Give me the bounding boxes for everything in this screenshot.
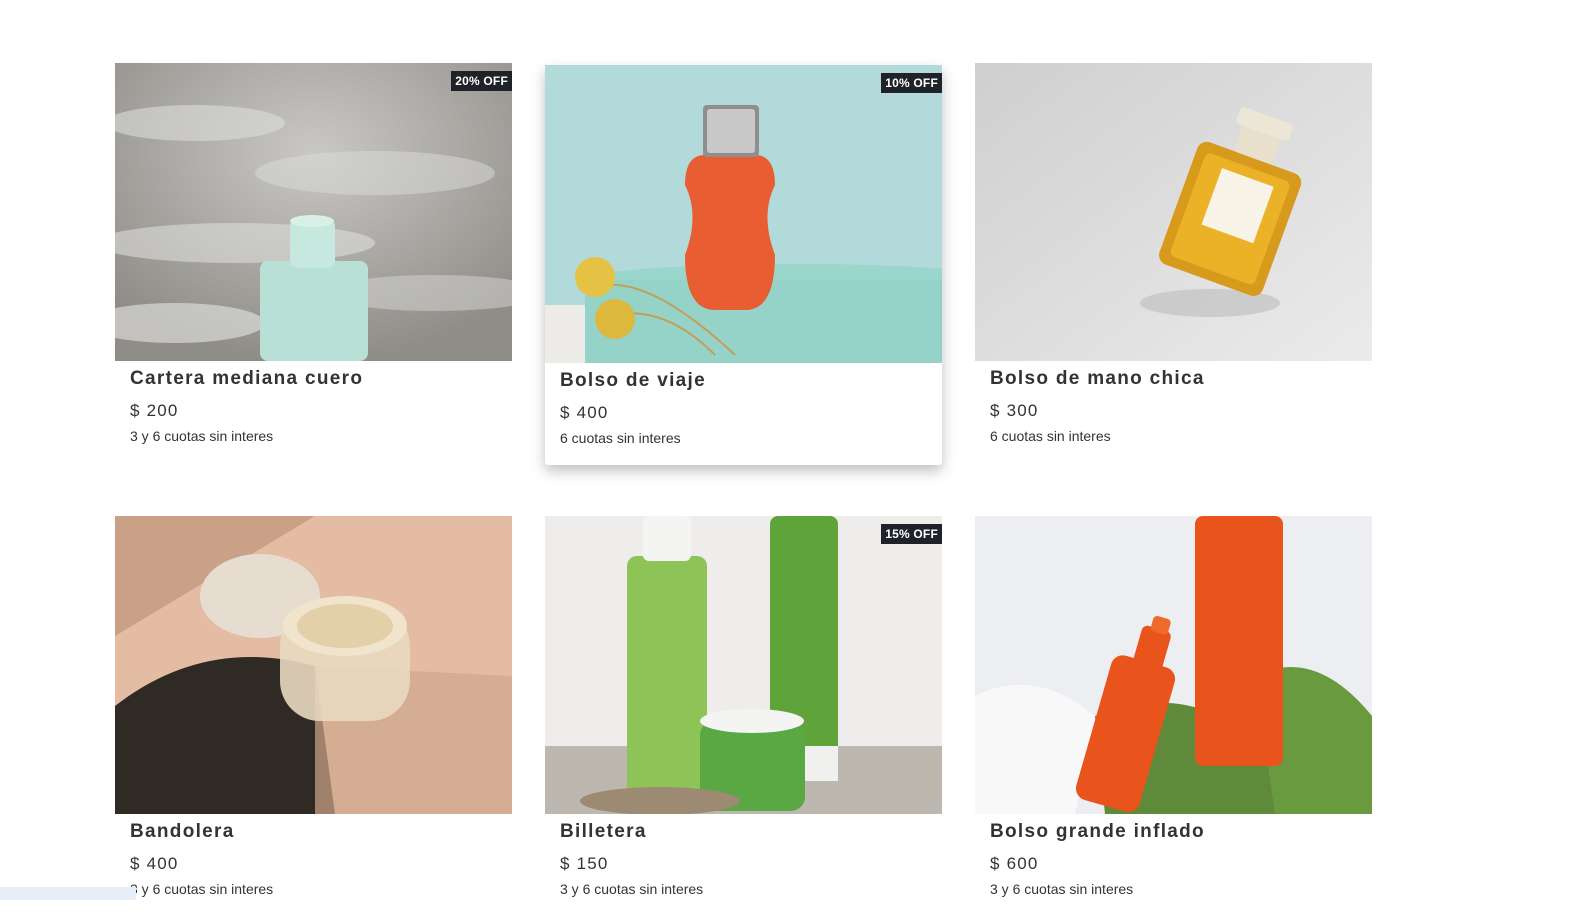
product-photo [975,63,1372,361]
installments-text: 3 y 6 cuotas sin interes [130,428,274,444]
installments-text: 6 cuotas sin interes [560,430,681,446]
product-image[interactable] [975,516,1372,814]
product-card[interactable]: Bandolera $ 400 3 y 6 cuotas sin interes [115,516,512,919]
discount-badge: 20% OFF [451,71,512,91]
discount-badge: 10% OFF [881,73,942,93]
product-photo [115,516,512,814]
product-title[interactable]: Bolso de viaje [560,369,927,393]
product-price: $ 300 [990,401,1039,420]
product-photo [115,63,512,361]
product-card[interactable]: 15% OFF Billetera $ 150 3 y 6 cuotas sin… [545,516,942,919]
product-grid: 20% OFF Cartera mediana cuero $ 200 3 y … [115,63,1375,919]
product-card[interactable]: 10% OFF Bolso de viaje $ 400 6 cuotas si… [545,65,942,465]
product-price: $ 150 [560,854,609,873]
product-title[interactable]: Bolso de mano chica [990,367,1357,391]
installments-text: 6 cuotas sin interes [990,428,1111,444]
product-title[interactable]: Bandolera [130,820,497,844]
product-image[interactable]: 10% OFF [545,65,942,363]
product-price: $ 400 [560,403,609,422]
product-image[interactable]: 15% OFF [545,516,942,814]
product-photo [975,516,1372,814]
product-image[interactable]: 20% OFF [115,63,512,361]
installments-text: 3 y 6 cuotas sin interes [130,881,274,897]
installments-text: 3 y 6 cuotas sin interes [560,881,704,897]
product-price: $ 200 [130,401,179,420]
product-title[interactable]: Billetera [560,820,927,844]
product-price: $ 600 [990,854,1039,873]
product-card[interactable]: Bolso de mano chica $ 300 6 cuotas sin i… [975,63,1372,466]
product-title[interactable]: Cartera mediana cuero [130,367,497,391]
product-image[interactable] [115,516,512,814]
product-card[interactable]: 20% OFF Cartera mediana cuero $ 200 3 y … [115,63,512,466]
discount-badge: 15% OFF [881,524,942,544]
product-photo [545,65,942,363]
installments-text: 3 y 6 cuotas sin interes [990,881,1134,897]
product-photo [545,516,942,814]
status-bar [0,887,136,900]
product-price: $ 400 [130,854,179,873]
product-title[interactable]: Bolso grande inflado [990,820,1357,844]
product-card[interactable]: Bolso grande inflado $ 600 3 y 6 cuotas … [975,516,1372,919]
product-image[interactable] [975,63,1372,361]
